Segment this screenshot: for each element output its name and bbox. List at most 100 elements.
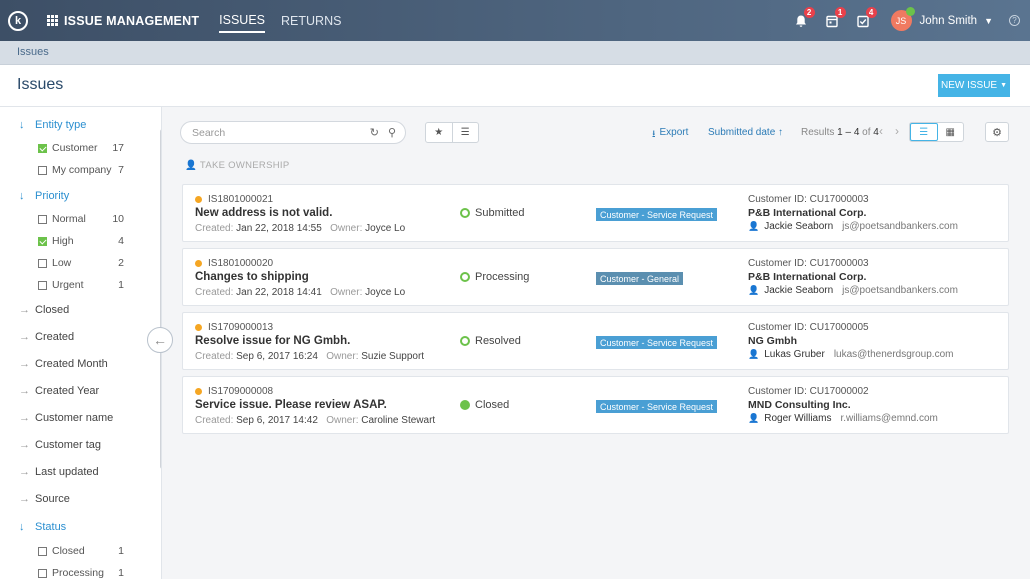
filter-status[interactable]: ↓ Status	[19, 521, 66, 533]
app-title[interactable]: ISSUE MANAGEMENT	[64, 14, 199, 28]
owner-label: Owner:	[330, 223, 363, 234]
sort-button[interactable]: Submitted date ↑	[708, 127, 783, 138]
arrow-up-icon: ↑	[778, 127, 784, 138]
owner-label: Owner:	[326, 351, 359, 362]
calendar-icon[interactable]: 1	[825, 6, 846, 28]
filter-option-high[interactable]: High 4	[38, 235, 124, 247]
user-icon: 👤	[748, 285, 760, 295]
filter-last-updated[interactable]: → Last updated	[19, 466, 99, 478]
issue-card[interactable]: IS1801000020 Changes to shipping Created…	[182, 248, 1009, 306]
option-label: Customer	[52, 142, 98, 154]
new-issue-button[interactable]: NEW ISSUE ▼	[938, 74, 1010, 97]
filter-label: Closed	[35, 304, 70, 316]
app-logo[interactable]: k	[8, 10, 28, 31]
checkbox[interactable]	[38, 280, 47, 290]
contact-name: Jackie Seaborn	[764, 285, 834, 296]
filter-customer-tag[interactable]: → Customer tag	[19, 439, 101, 451]
checkbox[interactable]	[38, 165, 47, 175]
issue-card[interactable]: IS1709000013 Resolve issue for NG Gmbh. …	[182, 312, 1009, 370]
check-circle-icon	[460, 400, 470, 410]
tab-issues[interactable]: ISSUES	[219, 9, 266, 33]
list-view-icon[interactable]: ☰	[910, 123, 938, 141]
grid-view-icon[interactable]: ▦	[938, 123, 964, 141]
customer-name[interactable]: P&B International Corp.	[748, 271, 866, 283]
filter-created-year[interactable]: → Created Year	[19, 385, 99, 397]
breadcrumb-issues[interactable]: Issues	[17, 46, 49, 58]
filter-option-closed[interactable]: Closed 1	[38, 545, 124, 557]
option-count: 1	[118, 279, 124, 291]
task-badge: 4	[865, 6, 877, 18]
issue-card[interactable]: IS1801000021 New address is not valid. C…	[182, 184, 1009, 242]
filter-closed[interactable]: → Closed	[19, 304, 69, 316]
filter-customer-name[interactable]: → Customer name	[19, 412, 113, 424]
customer-name[interactable]: P&B International Corp.	[748, 207, 866, 219]
search-input[interactable]: Search ↻ ⚲	[180, 121, 406, 144]
filter-option-normal[interactable]: Normal 10	[38, 213, 124, 225]
owner-name: Caroline Stewart	[361, 415, 436, 426]
filter-created-month[interactable]: → Created Month	[19, 358, 108, 370]
contact-email[interactable]: lukas@thenerdsgroup.com	[834, 349, 954, 360]
created-label: Created:	[195, 223, 234, 234]
filter-priority[interactable]: ↓ Priority	[19, 190, 69, 202]
sidebar-scrollbar[interactable]	[160, 129, 161, 469]
status-icon	[460, 208, 470, 218]
checkbox[interactable]	[38, 143, 47, 153]
filter-source[interactable]: → Source	[19, 493, 70, 505]
issue-meta: Created: Jan 22, 2018 14:41 Owner: Joyce…	[195, 287, 405, 298]
user-name[interactable]: John Smith	[920, 15, 978, 27]
contact: 👤 Roger Williams r.williams@emnd.com	[748, 413, 938, 424]
refresh-icon[interactable]: ↻	[370, 126, 379, 139]
task-icon[interactable]: 4	[856, 6, 877, 28]
export-label: Export	[659, 127, 689, 138]
arrow-right-icon: →	[19, 358, 30, 370]
owner-name: Joyce Lo	[365, 223, 406, 234]
checkbox[interactable]	[38, 236, 47, 246]
customer-name[interactable]: NG Gmbh	[748, 335, 797, 347]
tab-returns[interactable]: RETURNS	[281, 10, 341, 32]
filter-option-my-company[interactable]: My company 7	[38, 164, 124, 176]
app-grid-icon[interactable]	[47, 15, 58, 26]
chevron-down-icon[interactable]: ▼	[984, 16, 993, 26]
star-icon[interactable]: ★	[426, 123, 453, 142]
search-icon[interactable]: ⚲	[388, 126, 396, 139]
avatar[interactable]: JS	[890, 7, 915, 31]
filter-option-low[interactable]: Low 2	[38, 257, 124, 269]
online-status-icon	[905, 7, 915, 16]
prev-page-icon[interactable]: ‹	[879, 124, 883, 138]
issue-title[interactable]: Changes to shipping	[195, 271, 309, 283]
list-icon[interactable]: ☰	[453, 123, 479, 142]
contact-email[interactable]: js@poetsandbankers.com	[842, 285, 958, 296]
issue-tag: Customer - Service Request	[596, 400, 718, 413]
collapse-sidebar-button[interactable]: ←	[147, 327, 173, 353]
take-ownership-button[interactable]: 👤 TAKE OWNERSHIP	[185, 160, 289, 171]
filter-option-customer[interactable]: Customer 17	[38, 142, 124, 154]
issue-title[interactable]: Service issue. Please review ASAP.	[195, 399, 387, 411]
owner-label: Owner:	[330, 287, 363, 298]
take-ownership-label: TAKE OWNERSHIP	[199, 160, 290, 171]
customer-id: Customer ID: CU17000005	[748, 322, 869, 333]
checkbox[interactable]	[38, 546, 47, 556]
issue-tag: Customer - General	[596, 272, 684, 285]
contact-email[interactable]: js@poetsandbankers.com	[842, 221, 958, 232]
checkbox[interactable]	[38, 258, 47, 268]
results-of: of	[862, 127, 871, 138]
next-page-icon[interactable]: ›	[895, 124, 899, 138]
checkbox[interactable]	[38, 214, 47, 224]
contact-email[interactable]: r.williams@emnd.com	[840, 413, 937, 424]
filter-option-urgent[interactable]: Urgent 1	[38, 279, 124, 291]
filter-created[interactable]: → Created	[19, 331, 74, 343]
results-prefix: Results	[801, 127, 835, 138]
issue-title[interactable]: Resolve issue for NG Gmbh.	[195, 335, 350, 347]
filter-entity-type[interactable]: ↓ Entity type	[19, 119, 86, 131]
filter-option-processing[interactable]: Processing 1	[38, 567, 124, 579]
customer-name[interactable]: MND Consulting Inc.	[748, 399, 851, 411]
customer-id: Customer ID: CU17000002	[748, 386, 869, 397]
export-button[interactable]: ⭳ Export	[652, 127, 688, 144]
download-icon: ⭳	[652, 129, 656, 140]
checkbox[interactable]	[38, 568, 47, 578]
bell-icon[interactable]: 2	[794, 6, 815, 28]
gear-icon[interactable]: ⚙	[985, 122, 1009, 142]
issue-card[interactable]: IS1709000008 Service issue. Please revie…	[182, 376, 1009, 434]
help-icon[interactable]: ?	[1009, 15, 1020, 26]
issue-title[interactable]: New address is not valid.	[195, 207, 332, 219]
